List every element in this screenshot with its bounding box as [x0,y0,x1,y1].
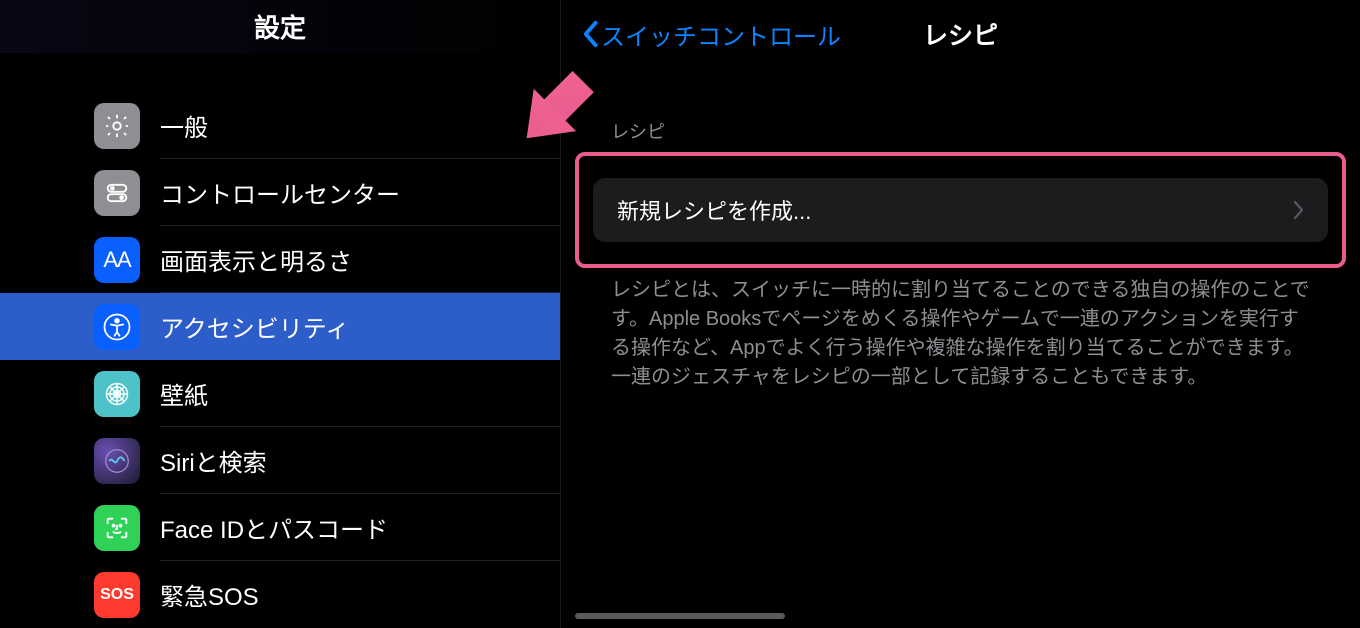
sidebar-item-label: コントロールセンター [160,175,400,210]
sidebar-list: 一般 コントロールセンター AA [0,92,560,628]
sos-icon: SOS [94,572,140,618]
sidebar-item-siri[interactable]: Siriと検索 [0,427,560,494]
chevron-right-icon [1292,200,1304,220]
sidebar-item-wallpaper[interactable]: 壁紙 [0,360,560,427]
sidebar-item-display[interactable]: AA 画面表示と明るさ [0,226,560,293]
content-title: レシピ [923,16,998,52]
back-button[interactable]: スイッチコントロール [581,17,841,52]
siri-icon [94,438,140,484]
create-recipe-row[interactable]: 新規レシピを作成... [593,178,1328,242]
sidebar-item-label: 一般 [160,108,208,143]
home-indicator[interactable] [575,613,785,619]
sidebar-item-general[interactable]: 一般 [0,92,560,159]
sidebar-item-control-center[interactable]: コントロールセンター [0,159,560,226]
chevron-left-icon [581,20,599,48]
faceid-icon [94,505,140,551]
sidebar-title: 設定 [254,8,306,45]
sidebar-item-label: 壁紙 [160,376,208,411]
sidebar-item-faceid[interactable]: Face IDとパスコード [0,494,560,561]
sidebar-item-label: Face IDとパスコード [160,510,388,545]
recipe-description: レシピとは、スイッチに一時的に割り当てることのできる独自の操作のことです。App… [561,268,1360,392]
wallpaper-icon [94,371,140,417]
sidebar-header: 設定 [0,0,560,53]
settings-sidebar: 設定 一般 [0,0,561,628]
gear-icon [94,103,140,149]
control-center-icon [94,170,140,216]
section-label: レシピ [561,118,1360,144]
sidebar-item-accessibility[interactable]: アクセシビリティ [0,293,560,360]
accessibility-icon [94,304,140,350]
sidebar-item-label: Siriと検索 [160,443,267,478]
sidebar-item-label: 緊急SOS [160,577,259,612]
annotation-highlight-box: 新規レシピを作成... [575,152,1346,268]
content-pane: スイッチコントロール レシピ レシピ 新規レシピを作成... レシピとは、スイッ… [561,0,1360,628]
display-icon: AA [94,237,140,283]
back-label: スイッチコントロール [601,17,841,52]
content-header: スイッチコントロール レシピ [561,0,1360,68]
sidebar-spacer [0,53,560,92]
create-recipe-label: 新規レシピを作成... [617,194,811,226]
content-body: レシピ 新規レシピを作成... レシピとは、スイッチに一時的に割り当てることので… [561,68,1360,628]
sidebar-item-sos[interactable]: SOS 緊急SOS [0,561,560,628]
sidebar-item-label: アクセシビリティ [160,309,349,344]
sidebar-item-label: 画面表示と明るさ [160,242,352,277]
